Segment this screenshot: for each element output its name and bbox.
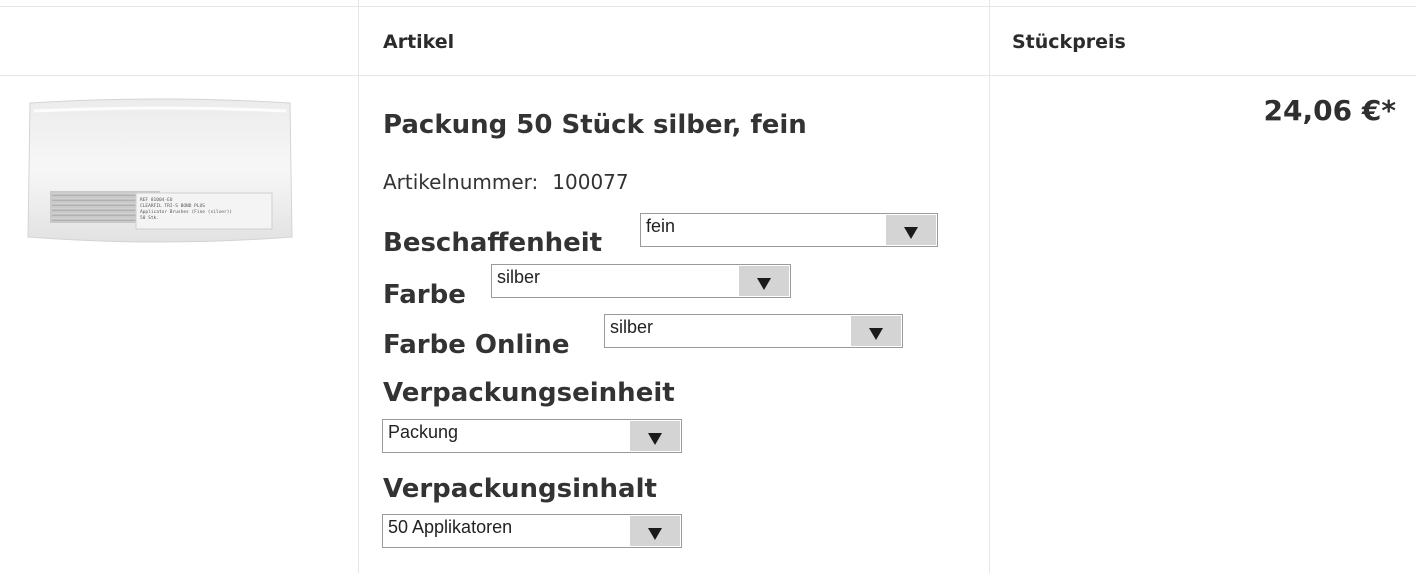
farbe-online-select[interactable]: silber — [604, 314, 903, 348]
header-divider — [0, 75, 1416, 76]
dropdown-arrow-icon — [630, 421, 680, 451]
farbe-value: silber — [497, 267, 541, 287]
dropdown-arrow-icon — [851, 316, 901, 346]
table-top-border — [0, 6, 1416, 7]
verpackungsinhalt-label: Verpackungsinhalt — [383, 474, 657, 504]
verpackungsinhalt-select[interactable]: 50 Applikatoren — [382, 514, 682, 548]
farbe-select[interactable]: silber — [491, 264, 791, 298]
beschaffenheit-select[interactable]: fein — [640, 213, 938, 247]
package-text-3: Applicator Brushes (Fine (silver)) — [140, 209, 232, 215]
product-title[interactable]: Packung 50 Stück silber, fein — [383, 110, 807, 140]
dropdown-arrow-icon — [886, 215, 936, 245]
farbe-online-label: Farbe Online — [383, 330, 570, 360]
farbe-online-value: silber — [610, 317, 654, 337]
package-text-4: 50 Stk. — [140, 215, 159, 221]
article-number-value: 100077 — [552, 170, 629, 194]
dropdown-arrow-icon — [739, 266, 789, 296]
farbe-label: Farbe — [383, 280, 466, 310]
unit-price: 24,06 €* — [1263, 94, 1396, 127]
header-article: Artikel — [383, 31, 455, 53]
verpackungsinhalt-value: 50 Applikatoren — [388, 517, 513, 537]
verpackungseinheit-label: Verpackungseinheit — [383, 378, 675, 408]
product-package-icon: REF 81004-EU CLEARFIL TRI-S BOND PLUS Ap… — [27, 98, 293, 243]
beschaffenheit-label: Beschaffenheit — [383, 228, 603, 258]
product-image[interactable]: REF 81004-EU CLEARFIL TRI-S BOND PLUS Ap… — [24, 97, 296, 245]
header-unit-price: Stückpreis — [1012, 31, 1126, 53]
verpackungseinheit-value: Packung — [388, 422, 459, 442]
verpackungseinheit-select[interactable]: Packung — [382, 419, 682, 453]
beschaffenheit-value: fein — [646, 216, 676, 236]
package-text-2: CLEARFIL TRI-S BOND PLUS — [140, 203, 205, 209]
article-number-row: Artikelnummer: 100077 — [383, 170, 629, 194]
column-divider-2 — [989, 0, 990, 573]
column-divider-1 — [358, 0, 359, 573]
article-number-label: Artikelnummer: — [383, 170, 539, 194]
package-text-1: REF 81004-EU — [140, 197, 173, 203]
dropdown-arrow-icon — [630, 516, 680, 546]
